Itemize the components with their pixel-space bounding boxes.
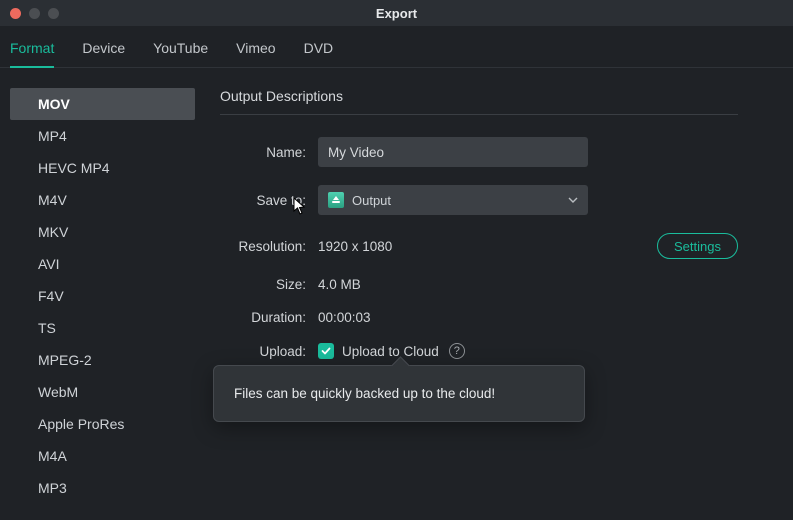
resolution-label: Resolution: xyxy=(220,239,318,254)
format-item-avi[interactable]: AVI xyxy=(10,248,195,280)
maximize-window-button[interactable] xyxy=(48,8,59,19)
tab-vimeo[interactable]: Vimeo xyxy=(236,36,275,67)
duration-label: Duration: xyxy=(220,310,318,325)
export-destination-tabs: Format Device YouTube Vimeo DVD xyxy=(0,26,793,68)
help-icon[interactable]: ? xyxy=(449,343,465,359)
window-title: Export xyxy=(0,6,793,21)
close-window-button[interactable] xyxy=(10,8,21,19)
upload-tooltip: Files can be quickly backed up to the cl… xyxy=(213,365,585,422)
upload-checkbox-label: Upload to Cloud xyxy=(342,344,439,359)
minimize-window-button[interactable] xyxy=(29,8,40,19)
folder-drive-icon xyxy=(328,192,344,208)
tab-format[interactable]: Format xyxy=(10,36,54,68)
format-item-m4a[interactable]: M4A xyxy=(10,440,195,472)
size-value: 4.0 MB xyxy=(318,277,361,292)
format-item-prores[interactable]: Apple ProRes xyxy=(10,408,195,440)
size-label: Size: xyxy=(220,277,318,292)
name-label: Name: xyxy=(220,145,318,160)
output-settings-pane: Output Descriptions Name: Save to: Outpu… xyxy=(195,88,793,504)
upload-checkbox[interactable] xyxy=(318,343,334,359)
settings-button[interactable]: Settings xyxy=(657,233,738,259)
tab-dvd[interactable]: DVD xyxy=(304,36,334,67)
format-item-mov[interactable]: MOV xyxy=(10,88,195,120)
duration-value: 00:00:03 xyxy=(318,310,371,325)
pane-heading: Output Descriptions xyxy=(220,88,738,115)
format-item-mpeg2[interactable]: MPEG-2 xyxy=(10,344,195,376)
resolution-value: 1920 x 1080 xyxy=(318,239,392,254)
format-item-webm[interactable]: WebM xyxy=(10,376,195,408)
format-list: MOV MP4 HEVC MP4 M4V MKV AVI F4V TS MPEG… xyxy=(10,88,195,504)
window-controls xyxy=(0,8,59,19)
chevron-down-icon xyxy=(568,195,578,205)
format-item-mp3[interactable]: MP3 xyxy=(10,472,195,504)
upload-label: Upload: xyxy=(220,344,318,359)
name-input[interactable] xyxy=(318,137,588,167)
format-item-mp4[interactable]: MP4 xyxy=(10,120,195,152)
titlebar: Export xyxy=(0,0,793,26)
saveto-value: Output xyxy=(352,193,391,208)
saveto-label: Save to: xyxy=(220,193,318,208)
tab-youtube[interactable]: YouTube xyxy=(153,36,208,67)
tab-device[interactable]: Device xyxy=(82,36,125,67)
format-item-hevc-mp4[interactable]: HEVC MP4 xyxy=(10,152,195,184)
format-item-f4v[interactable]: F4V xyxy=(10,280,195,312)
format-item-mkv[interactable]: MKV xyxy=(10,216,195,248)
saveto-dropdown[interactable]: Output xyxy=(318,185,588,215)
format-item-m4v[interactable]: M4V xyxy=(10,184,195,216)
format-item-ts[interactable]: TS xyxy=(10,312,195,344)
